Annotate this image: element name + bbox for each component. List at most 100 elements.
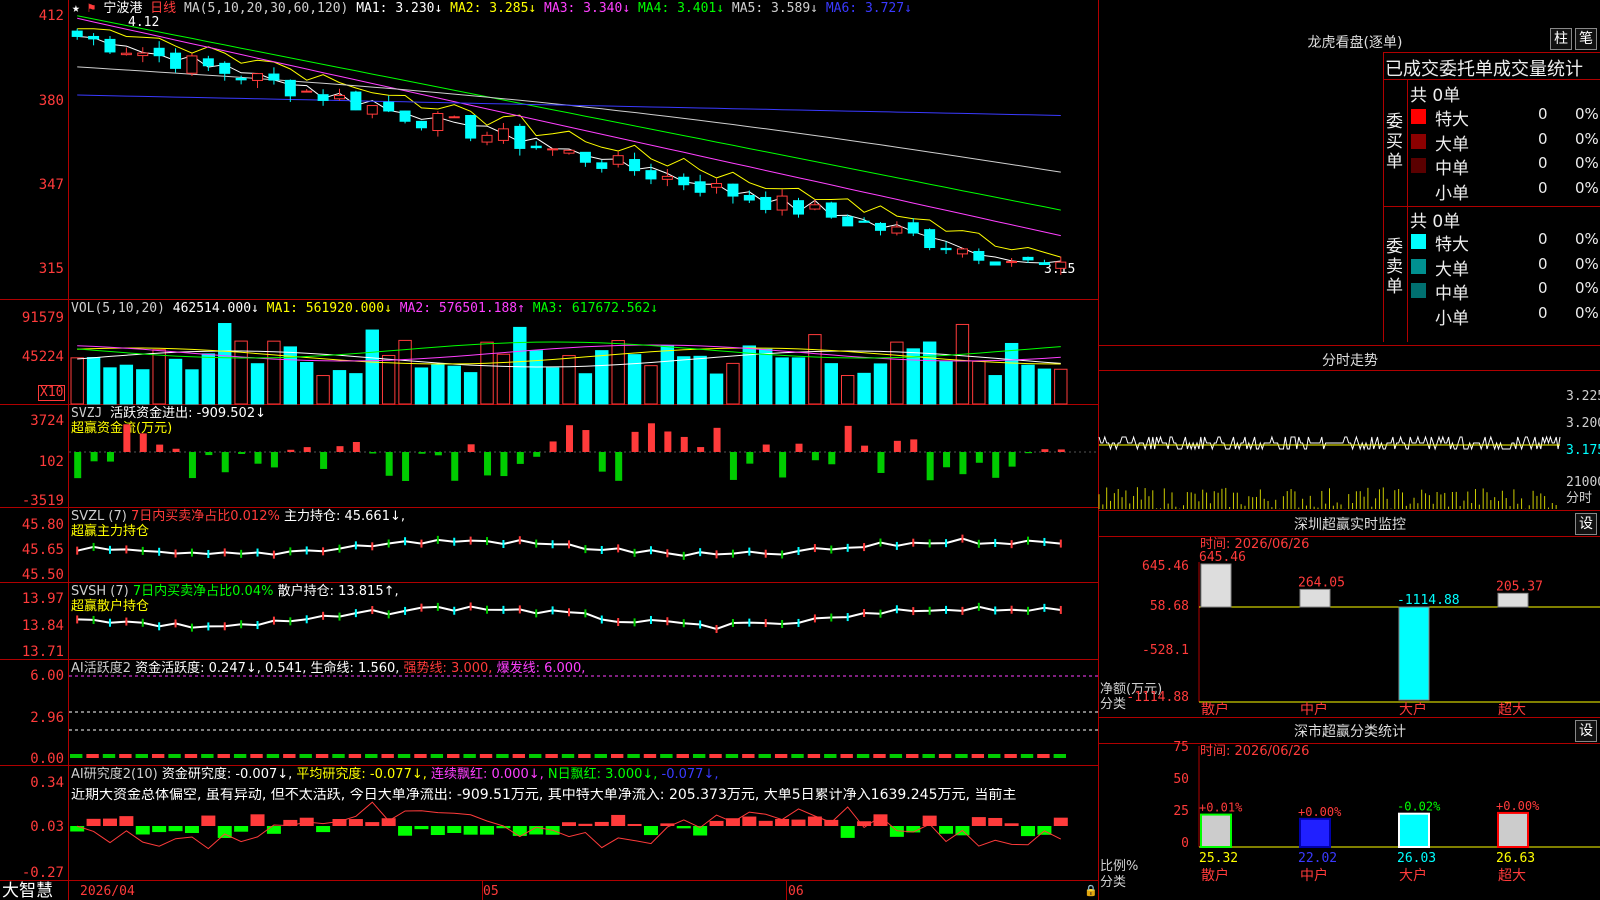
ai1-y-tick-1: 2.96 — [30, 710, 64, 726]
fund-flow-bar — [729, 452, 737, 480]
activity-bar — [692, 754, 706, 758]
fund-flow-bar — [172, 448, 180, 452]
candle-body — [120, 52, 132, 56]
activity-bar — [709, 754, 722, 758]
candle-body — [415, 120, 427, 129]
activity-bar — [1053, 754, 1066, 758]
fund-flow-bar — [106, 452, 114, 462]
volume-bar — [677, 356, 691, 405]
vol-value: 462514.000↓ — [172, 301, 259, 316]
intraday-chart[interactable] — [1098, 371, 1564, 509]
order-pct: 0% — [1575, 230, 1599, 248]
monitor-settings-button[interactable]: 设 — [1575, 513, 1597, 535]
class-category: 中户 — [1300, 867, 1328, 884]
volume-bar — [414, 367, 429, 405]
volume-chart[interactable] — [69, 315, 1098, 405]
retail-position-chart[interactable] — [69, 583, 1098, 659]
stats-left-divider — [1383, 52, 1384, 342]
bar-mode-button[interactable]: 柱 — [1550, 28, 1572, 50]
volume-bar — [365, 329, 379, 405]
candle-body — [645, 170, 657, 180]
candle-body — [153, 47, 165, 57]
class-y-tick: 75 — [1173, 740, 1189, 755]
class-y-tick: 50 — [1173, 772, 1189, 787]
intraday-tick-2: 3.175 — [1566, 443, 1600, 458]
period-label[interactable]: 日线 — [150, 1, 176, 16]
flag-icon[interactable]: ⚑ — [88, 1, 96, 16]
stock-name[interactable]: 宁波港 — [103, 1, 142, 16]
order-color-swatch — [1411, 258, 1426, 274]
star-icon[interactable]: ★ — [72, 1, 80, 16]
monitor-title: 深圳超赢实时监控 — [1294, 517, 1406, 533]
research-bar — [758, 820, 773, 826]
divider-main-vol — [0, 299, 1098, 300]
candle-body — [1055, 261, 1067, 269]
candle-body — [842, 216, 854, 227]
class-bar-value: 22.02 — [1298, 851, 1337, 866]
activity-bar — [594, 754, 607, 758]
vol-ma2: MA2: 576501.188↑ — [399, 301, 525, 316]
monitor-category: 超大 — [1498, 702, 1526, 718]
fund-flow-bar — [188, 452, 196, 479]
fund-flow-bar — [139, 433, 147, 452]
candle-body — [694, 181, 706, 193]
class-bar-chart[interactable]: 75 50 25 0 +0.01% 25.32散户 +0.00% 22.02中户 -0.02% 2… — [1099, 740, 1600, 900]
candle-body — [793, 200, 805, 215]
class-bar — [1200, 813, 1232, 848]
activity-bar — [299, 754, 312, 758]
order-pct: 0% — [1575, 154, 1599, 172]
fund-flow-bar — [959, 452, 967, 475]
fund-flow-bar — [303, 447, 311, 452]
main-position-chart[interactable] — [69, 508, 1098, 582]
order-type-label: 特大 — [1435, 235, 1469, 255]
candle-body — [1006, 260, 1018, 264]
volume-bar — [562, 355, 576, 405]
class-settings-button[interactable]: 设 — [1575, 720, 1597, 742]
detail-mode-button[interactable]: 笔 — [1575, 28, 1597, 50]
research-bar — [234, 826, 249, 832]
stats-bottom-divider — [1099, 345, 1600, 346]
order-color-swatch — [1411, 234, 1426, 249]
research-bar — [119, 816, 134, 826]
lock-icon[interactable]: 🔒 — [1084, 884, 1098, 898]
intraday-title: 分时走势 — [1322, 353, 1378, 369]
fund-flow-bar — [1057, 449, 1065, 452]
activity-bar — [988, 754, 1001, 758]
candle-body — [629, 159, 641, 172]
order-color-swatch — [1411, 307, 1426, 323]
order-count: 0 — [1538, 178, 1548, 197]
fund-research-chart[interactable] — [69, 766, 1098, 880]
research-bar — [381, 818, 396, 826]
research-bar — [135, 826, 150, 835]
monitor-category: 大户 — [1399, 701, 1427, 718]
activity-bar — [742, 754, 755, 758]
fund-flow-bar — [516, 452, 524, 464]
volume-bar — [611, 340, 625, 405]
candlestick-chart[interactable] — [69, 15, 1098, 298]
volume-bar — [1054, 368, 1068, 405]
activity-bar — [1004, 754, 1017, 758]
activity-bar — [135, 754, 148, 758]
fund-flow-bar — [877, 452, 885, 473]
volume-bar — [136, 369, 150, 405]
activity-bar — [430, 754, 444, 758]
candle-body — [252, 73, 264, 81]
fund-flow-bar — [566, 425, 573, 452]
volume-bar — [529, 350, 543, 405]
activity-bar — [856, 754, 870, 758]
ai2-y-tick-0: 0.34 — [30, 775, 64, 791]
candle-body — [514, 125, 526, 149]
intraday-tick-0: 3.225 — [1566, 389, 1600, 404]
fund-flow-chart[interactable] — [69, 405, 1098, 507]
volume-bar — [152, 349, 166, 405]
volume-bar — [759, 348, 773, 405]
monitor-bar-value: 205.37 — [1496, 579, 1543, 594]
monitor-bar — [1398, 606, 1430, 701]
vol-unit: X10 — [38, 385, 66, 401]
monitor-bar-chart[interactable]: 645.46 58.68 -528.1 -1114.88 645.46 散户 264.05 中… — [1099, 537, 1600, 718]
activity-bar — [168, 754, 181, 758]
fund-activity-chart[interactable] — [69, 660, 1098, 765]
svsh-y-tick-2: 13.71 — [21, 644, 64, 660]
activity-bar — [365, 754, 378, 758]
class-bar-value: 26.63 — [1496, 851, 1535, 866]
